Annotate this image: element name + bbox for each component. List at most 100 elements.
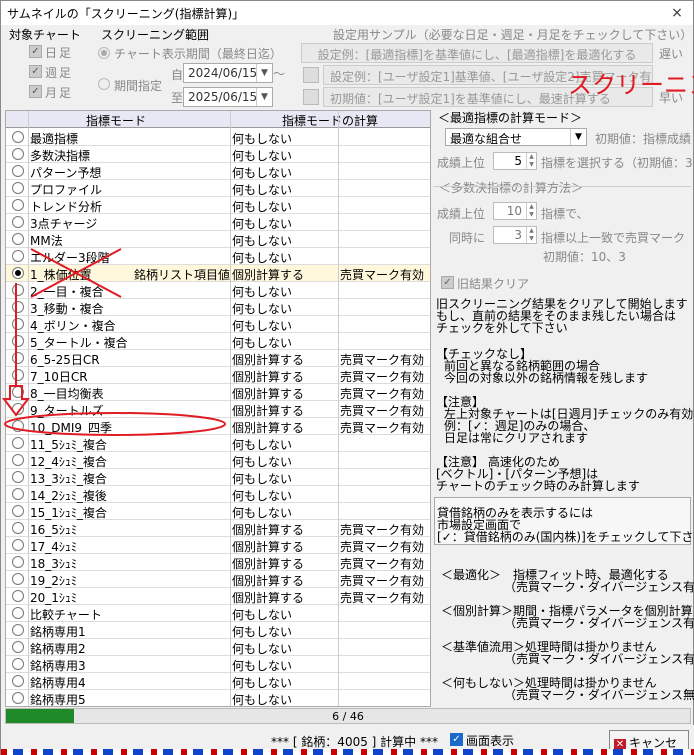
calc-mode[interactable]: 何もしない <box>232 606 292 623</box>
row-radio[interactable] <box>12 284 24 296</box>
display-checkbox[interactable]: ✓ <box>450 733 463 746</box>
table-row[interactable]: MM法 何もしない <box>6 231 430 249</box>
calc-mode[interactable]: 個別計算する <box>232 589 304 606</box>
row-radio[interactable] <box>12 267 24 279</box>
from-date-field[interactable]: 2024/06/15 ▼ <box>183 63 273 83</box>
daily-checkbox[interactable]: ✓ <box>29 45 42 58</box>
calc-mode[interactable]: 何もしない <box>232 198 292 215</box>
calc-mode[interactable]: 個別計算する <box>232 521 304 538</box>
row-radio[interactable] <box>12 454 24 466</box>
table-row[interactable]: 比較チャート 何もしない <box>6 605 430 623</box>
row-radio[interactable] <box>12 250 24 262</box>
row-radio[interactable] <box>12 556 24 568</box>
table-row[interactable]: 19_2ｼｭﾐ 個別計算する 売買マーク有効 <box>6 571 430 589</box>
row-radio[interactable] <box>12 437 24 449</box>
best-rank-spinner[interactable]: 5 ▲ ▼ <box>493 152 537 170</box>
table-row[interactable]: 9_タートルズ 個別計算する 売買マーク有効 <box>6 401 430 418</box>
row-radio[interactable] <box>12 658 24 670</box>
calc-mode[interactable]: 何もしない <box>232 623 292 640</box>
row-radio[interactable] <box>12 641 24 653</box>
calc-mode[interactable]: 個別計算する <box>232 351 304 368</box>
calc-mode[interactable]: 何もしない <box>232 487 292 504</box>
calc-mode[interactable]: 何もしない <box>232 657 292 674</box>
gear-icon-2[interactable] <box>303 89 319 105</box>
calc-mode[interactable]: 何もしない <box>232 334 292 351</box>
row-radio[interactable] <box>12 131 24 143</box>
best-mode-select[interactable]: 最適な組合せ ▼ <box>445 128 587 146</box>
row-radio[interactable] <box>12 182 24 194</box>
calc-mode[interactable]: 個別計算する <box>232 538 304 555</box>
calc-mode[interactable]: 個別計算する <box>232 368 304 385</box>
table-row[interactable]: 最適指標 何もしない <box>6 129 430 147</box>
vote-same-spinner[interactable]: 3 ▲ ▼ <box>493 226 537 244</box>
row-radio[interactable] <box>12 403 24 415</box>
calc-mode[interactable]: 何もしない <box>232 215 292 232</box>
calc-mode[interactable]: 何もしない <box>232 674 292 691</box>
table-row[interactable]: パターン予想 何もしない <box>6 163 430 181</box>
table-row[interactable]: 3点チャージ 何もしない <box>6 214 430 232</box>
calc-mode[interactable]: 何もしない <box>232 181 292 198</box>
table-row[interactable]: 4_ボリン・複合 何もしない <box>6 316 430 334</box>
table-row[interactable]: 多数決指標 何もしない <box>6 146 430 164</box>
table-row[interactable]: 20_1ｼｭﾐ 個別計算する 売買マーク有効 <box>6 588 430 606</box>
table-row[interactable]: 3_移動・複合 何もしない <box>6 299 430 316</box>
row-radio[interactable] <box>12 420 24 432</box>
row-radio[interactable] <box>12 216 24 228</box>
calc-mode[interactable]: 何もしない <box>232 317 292 334</box>
table-row[interactable]: 15_1ｼｭﾐ_複合 何もしない <box>6 503 430 521</box>
row-radio[interactable] <box>12 675 24 687</box>
row-radio[interactable] <box>12 148 24 160</box>
row-radio[interactable] <box>12 335 24 347</box>
calc-mode[interactable]: 何もしない <box>232 249 292 266</box>
row-radio[interactable] <box>12 471 24 483</box>
spin-arrows-icon[interactable]: ▲ ▼ <box>526 227 536 243</box>
calc-mode[interactable]: 個別計算する <box>232 555 304 572</box>
table-row[interactable]: 銘柄専用2 何もしない <box>6 639 430 656</box>
gear-icon[interactable] <box>303 67 319 83</box>
from-date-dropdown-icon[interactable]: ▼ <box>256 64 272 82</box>
to-date-field[interactable]: 2025/06/15 ▼ <box>183 87 273 107</box>
row-radio[interactable] <box>12 369 24 381</box>
calc-mode[interactable]: 何もしない <box>232 164 292 181</box>
weekly-checkbox[interactable]: ✓ <box>29 65 42 78</box>
table-row[interactable]: 18_3ｼｭﾐ 個別計算する 売買マーク有効 <box>6 554 430 572</box>
row-radio[interactable] <box>12 318 24 330</box>
row-radio[interactable] <box>12 624 24 636</box>
to-date-dropdown-icon[interactable]: ▼ <box>256 88 272 106</box>
calc-mode[interactable]: 何もしない <box>232 147 292 164</box>
row-radio[interactable] <box>12 522 24 534</box>
table-row[interactable]: 14_2ｼｭﾐ_複後 何もしない <box>6 486 430 504</box>
chevron-down-icon[interactable]: ▼ <box>570 129 586 145</box>
table-row[interactable]: 銘柄専用5 何もしない <box>6 690 430 706</box>
row-radio[interactable] <box>12 573 24 585</box>
table-row[interactable]: 12_4ｼｭﾐ_複合 何もしない <box>6 452 430 470</box>
table-row[interactable]: 17_4ｼｭﾐ 個別計算する 売買マーク有効 <box>6 537 430 555</box>
clear-checkbox[interactable]: ✓ <box>441 276 454 289</box>
row-radio[interactable] <box>12 301 24 313</box>
period-spec-radio[interactable] <box>98 78 110 90</box>
calc-mode[interactable]: 何もしない <box>232 691 292 706</box>
row-radio[interactable] <box>12 590 24 602</box>
table-row[interactable]: プロファイル 何もしない <box>6 180 430 198</box>
row-radio[interactable] <box>12 165 24 177</box>
row-radio[interactable] <box>12 607 24 619</box>
close-icon[interactable]: × <box>667 3 687 23</box>
row-radio[interactable] <box>12 233 24 245</box>
table-row[interactable]: 8_一目均衡表 個別計算する 売買マーク有効 <box>6 384 430 401</box>
calc-mode[interactable]: 何もしない <box>232 453 292 470</box>
row-radio[interactable] <box>12 352 24 364</box>
calc-mode[interactable]: 何もしない <box>232 504 292 521</box>
calc-mode[interactable]: 個別計算する <box>232 572 304 589</box>
calc-mode[interactable]: 何もしない <box>232 436 292 453</box>
calc-mode[interactable]: 個別計算する <box>232 266 304 283</box>
table-row[interactable]: エルダー3段階 何もしない <box>6 248 430 266</box>
sample-1-button[interactable]: 設定例：[最適指標]を基準値にし、[最適指標]を最適化する <box>301 43 653 63</box>
calc-mode[interactable]: 何もしない <box>232 232 292 249</box>
spin-arrows-icon[interactable]: ▲ ▼ <box>526 153 536 169</box>
row-radio[interactable] <box>12 488 24 500</box>
table-row[interactable]: 2_一目・複合 何もしない <box>6 282 430 299</box>
calc-mode[interactable]: 個別計算する <box>232 419 304 436</box>
table-row[interactable]: 6_5-25日CR 個別計算する 売買マーク有効 <box>6 350 430 368</box>
table-row[interactable]: 11_5ｼｭﾐ_複合 何もしない <box>6 435 430 453</box>
calc-mode[interactable]: 何もしない <box>232 130 292 147</box>
